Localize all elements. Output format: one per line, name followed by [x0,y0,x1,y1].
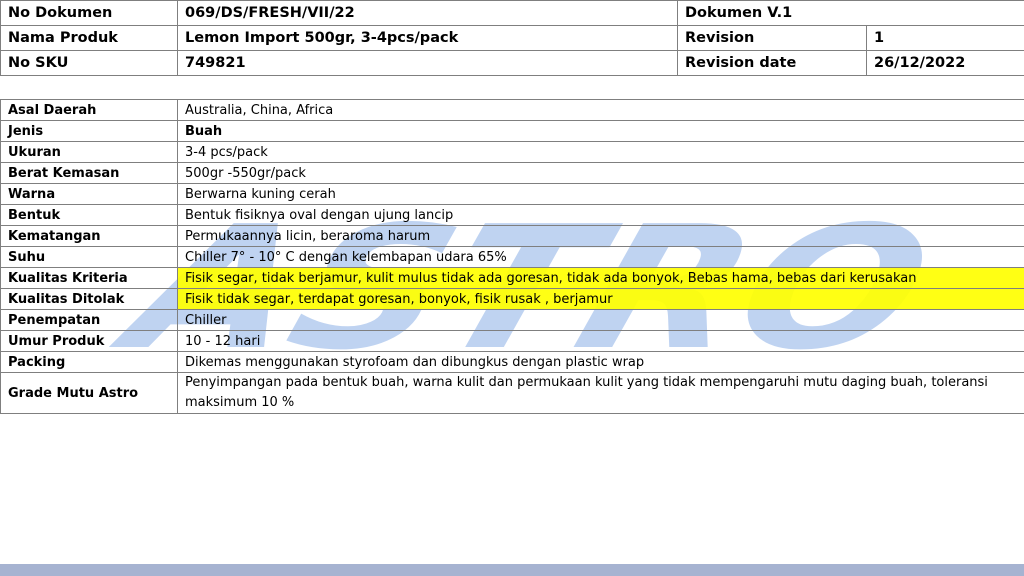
header-row-doc-no: No Dokumen 069/DS/FRESH/VII/22 Dokumen V… [0,0,1024,26]
spec-row-origin: Asal Daerah Australia, China, Africa [0,99,1024,121]
spec-label: Kematangan [0,225,178,247]
spec-value-highlighted: Fisik tidak segar, terdapat goresan, bon… [177,288,1024,310]
slide-footer-bar [0,564,1024,576]
spec-label: Asal Daerah [0,99,178,121]
spec-value: Penyimpangan pada bentuk buah, warna kul… [177,372,1024,414]
revision-date-label: Revision date [677,50,867,76]
header-row-product-name: Nama Produk Lemon Import 500gr, 3-4pcs/p… [0,25,1024,51]
spec-label: Kualitas Ditolak [0,288,178,310]
spec-label: Umur Produk [0,330,178,352]
spec-value: Dikemas menggunakan styrofoam dan dibung… [177,351,1024,373]
spec-row-quality-rejected: Kualitas Ditolak Fisik tidak segar, terd… [0,288,1024,310]
spec-value: Permukaannya licin, beraroma harum [177,225,1024,247]
spec-row-weight: Berat Kemasan 500gr -550gr/pack [0,162,1024,184]
spec-row-ripeness: Kematangan Permukaannya licin, beraroma … [0,225,1024,247]
spec-row-packing: Packing Dikemas menggunakan styrofoam da… [0,351,1024,373]
spec-row-shape: Bentuk Bentuk fisiknya oval dengan ujung… [0,204,1024,226]
spec-label: Jenis [0,120,178,142]
product-name-value: Lemon Import 500gr, 3-4pcs/pack [177,25,678,51]
spec-row-size: Ukuran 3-4 pcs/pack [0,141,1024,163]
spec-label: Warna [0,183,178,205]
spec-row-quality-grade: Grade Mutu Astro Penyimpangan pada bentu… [0,372,1024,414]
spec-label: Packing [0,351,178,373]
doc-version: Dokumen V.1 [676,0,1024,26]
spec-value: Chiller 7° - 10° C dengan kelembapan uda… [177,246,1024,268]
revision-value: 1 [865,25,1024,51]
doc-no-value: 069/DS/FRESH/VII/22 [177,0,678,26]
spec-value: Bentuk fisiknya oval dengan ujung lancip [177,204,1024,226]
spec-row-temperature: Suhu Chiller 7° - 10° C dengan kelembapa… [0,246,1024,268]
spec-value-highlighted: Fisik segar, tidak berjamur, kulit mulus… [177,267,1024,289]
spec-row-color: Warna Berwarna kuning cerah [0,183,1024,205]
document-header-table: No Dokumen 069/DS/FRESH/VII/22 Dokumen V… [0,0,1024,76]
spec-label: Grade Mutu Astro [0,372,178,414]
spec-value: 3-4 pcs/pack [177,141,1024,163]
spec-label: Bentuk [0,204,178,226]
revision-label: Revision [677,25,867,51]
spec-label: Penempatan [0,309,178,331]
spec-label: Berat Kemasan [0,162,178,184]
header-row-sku: No SKU 749821 Revision date 26/12/2022 [0,50,1024,76]
doc-no-label: No Dokumen [0,0,178,26]
product-spec-table: Asal Daerah Australia, China, Africa Jen… [0,99,1024,414]
spec-value: Australia, China, Africa [177,99,1024,121]
spec-label: Suhu [0,246,178,268]
spec-value: Buah [177,120,1024,142]
spec-row-placement: Penempatan Chiller [0,309,1024,331]
sku-label: No SKU [0,50,178,76]
spec-value: Chiller [177,309,1024,331]
revision-date-value: 26/12/2022 [865,50,1024,76]
spec-label: Ukuran [0,141,178,163]
spec-row-quality-criteria: Kualitas Kriteria Fisik segar, tidak ber… [0,267,1024,289]
spec-row-shelf-life: Umur Produk 10 - 12 hari [0,330,1024,352]
product-name-label: Nama Produk [0,25,178,51]
sku-value: 749821 [177,50,678,76]
spec-row-type: Jenis Buah [0,120,1024,142]
spec-value: Berwarna kuning cerah [177,183,1024,205]
spec-value: 10 - 12 hari [177,330,1024,352]
spec-value: 500gr -550gr/pack [177,162,1024,184]
spec-label: Kualitas Kriteria [0,267,178,289]
